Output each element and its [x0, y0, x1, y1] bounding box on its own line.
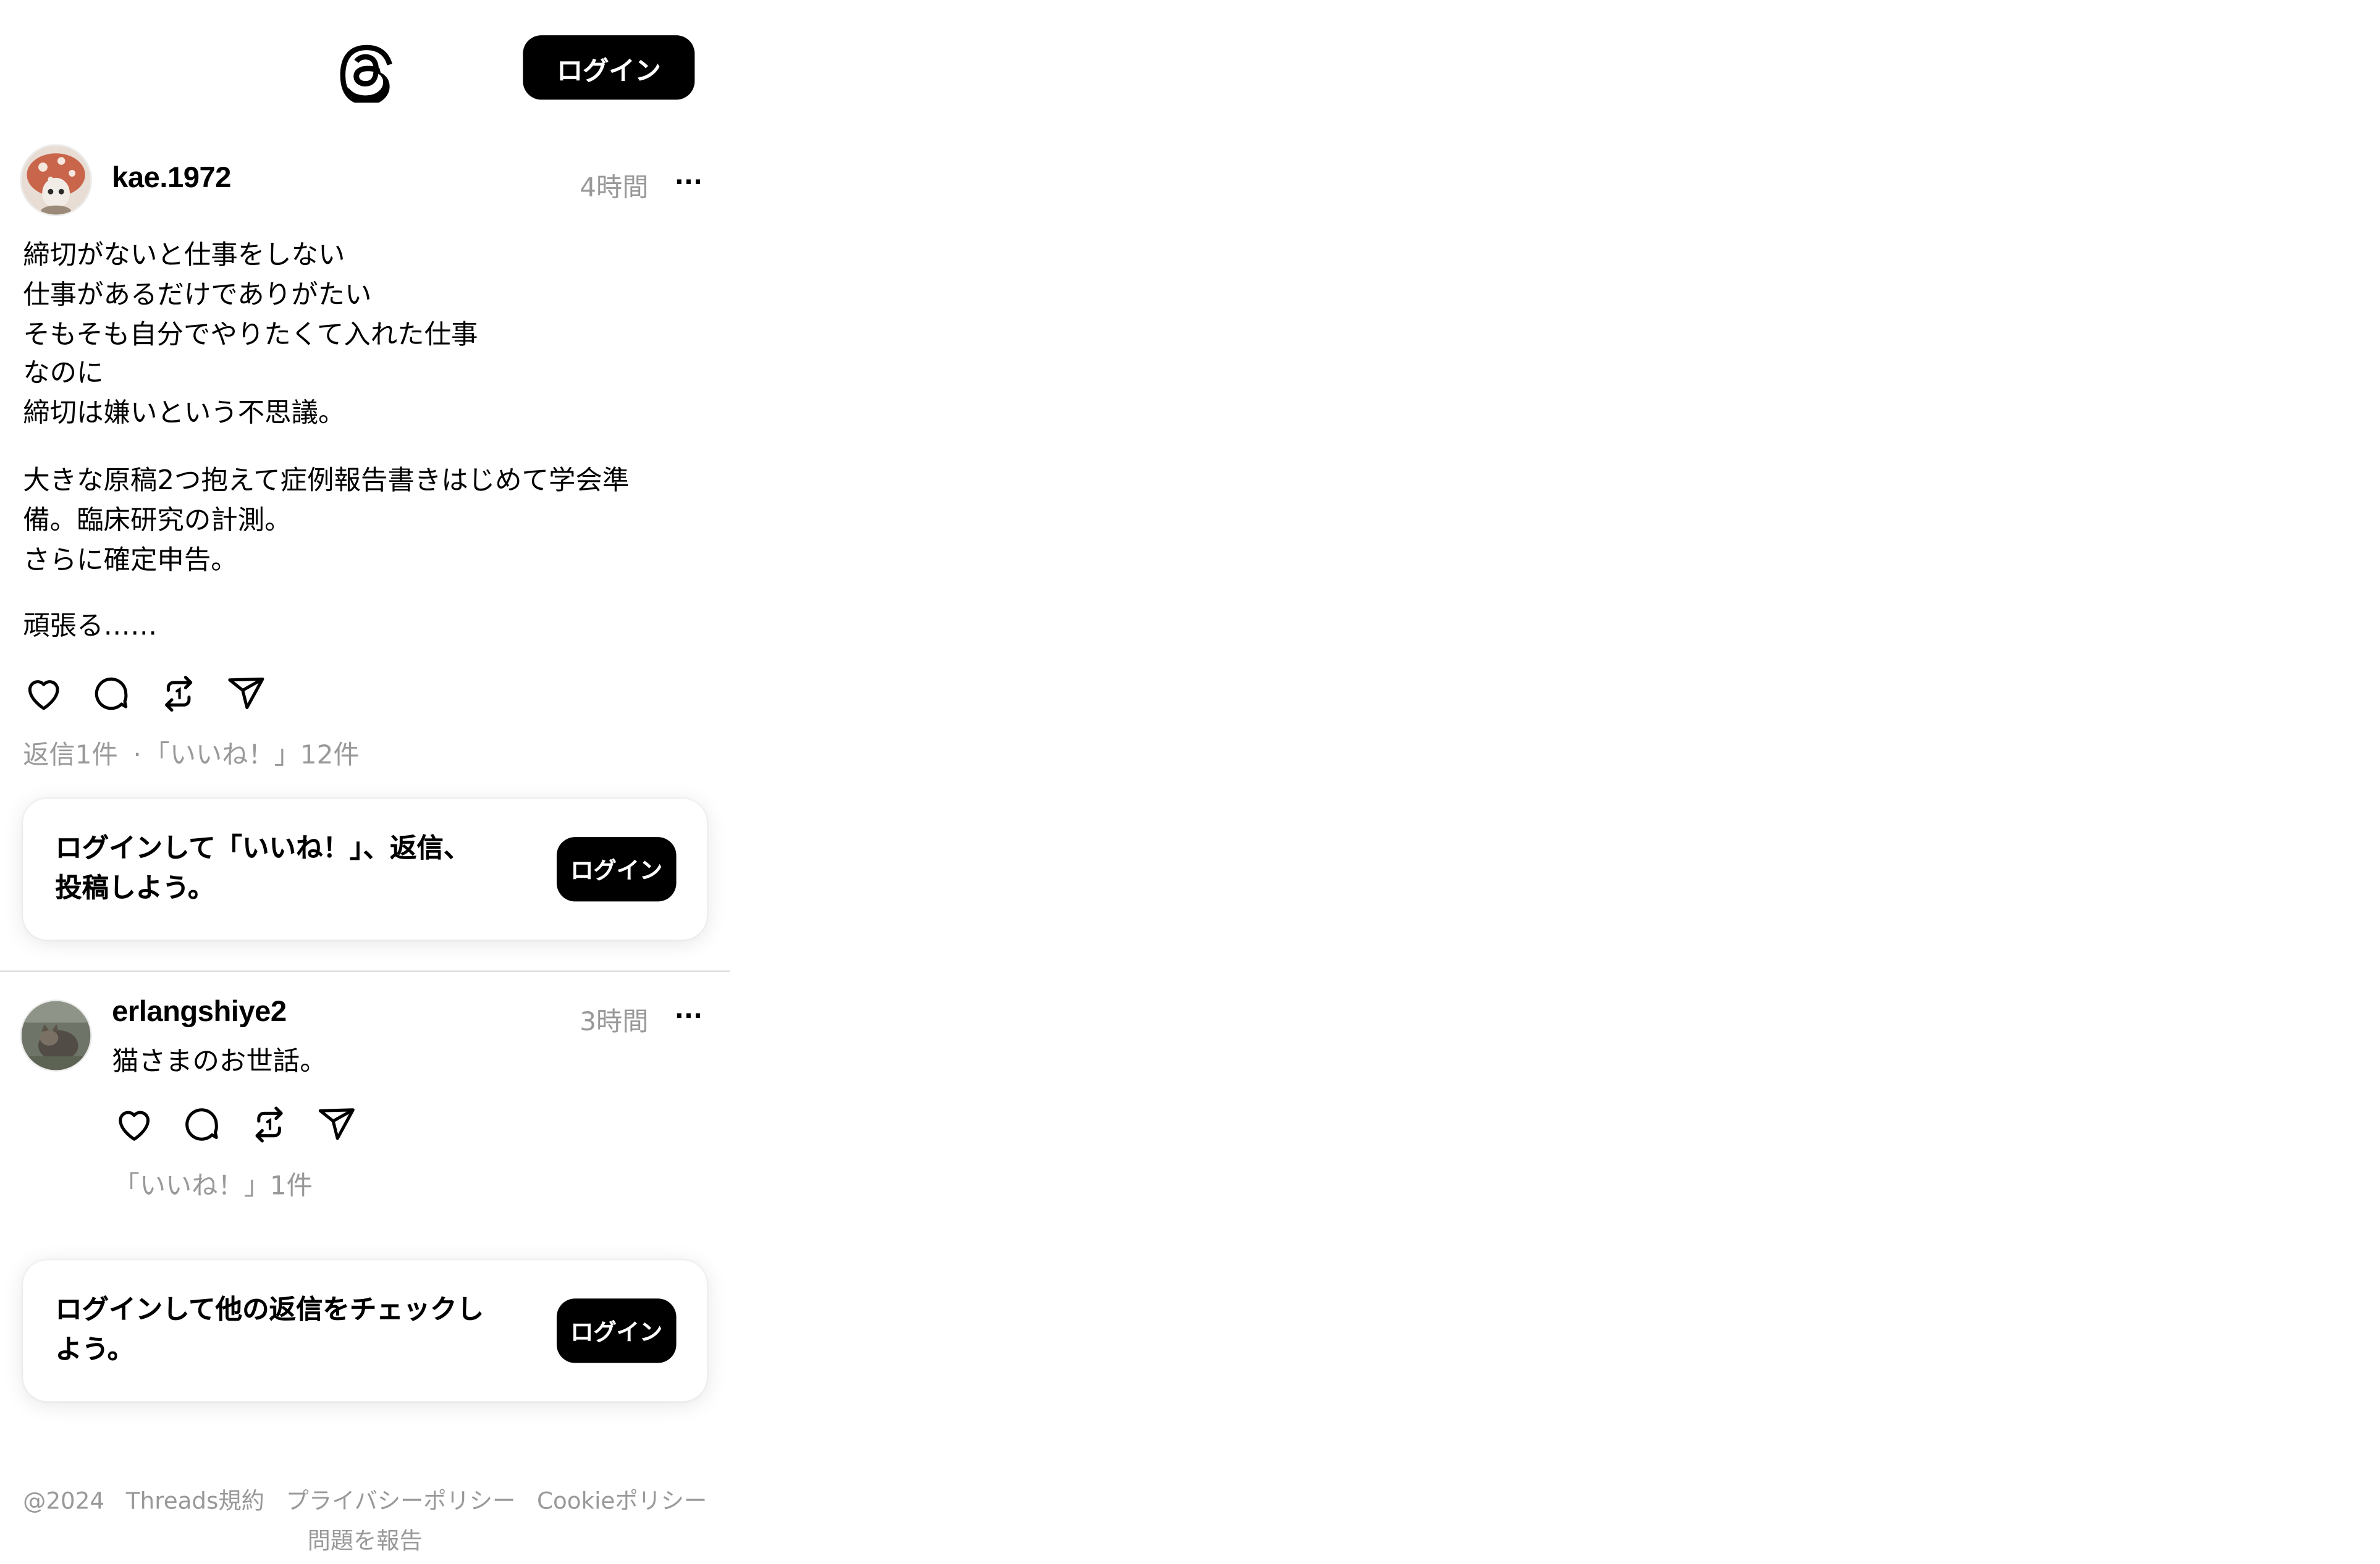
- post-line: そもそも自分でやりたくて入れた仕事: [23, 319, 478, 351]
- share-button[interactable]: [226, 668, 293, 717]
- header-login-button[interactable]: ログイン: [523, 35, 695, 100]
- post-paragraph: 大きな原稿2つ抱えて症例報告書きはじめて学会準 備。臨床研究の計測。 さらに確定…: [23, 463, 698, 582]
- share-icon: [318, 1108, 355, 1140]
- login-prompt-line: ログインして「いいね！」、返信、: [55, 834, 471, 865]
- login-prompt-line: よう。: [55, 1335, 135, 1366]
- post-stats: 返信1件 · 「いいね！」12件: [23, 733, 359, 771]
- footer-link-report[interactable]: 問題を報告: [308, 1527, 423, 1555]
- stats-separator: ·: [133, 740, 141, 771]
- likes-count[interactable]: 「いいね！」12件: [157, 741, 360, 771]
- avatar[interactable]: [21, 145, 91, 215]
- login-prompt-card: ログインして他の返信をチェックし よう。 ログイン: [23, 1260, 707, 1402]
- heart-icon: [28, 679, 59, 710]
- login-prompt-message: ログインして他の返信をチェックし よう。: [55, 1291, 515, 1371]
- reply-username[interactable]: erlangshiye2: [112, 996, 287, 1030]
- more-icon[interactable]: ···: [673, 999, 704, 1030]
- footer-link-terms[interactable]: Threads規約: [126, 1487, 264, 1515]
- post-line: 頑張る……: [23, 612, 158, 643]
- share-button[interactable]: [316, 1099, 383, 1148]
- thread-page: ログイン kae.1972 4時間 ··· 締切がないと仕事をしない 仕事がある…: [0, 0, 730, 1564]
- login-prompt-button[interactable]: ログイン: [556, 837, 677, 902]
- footer: @2024 Threads規約 プライバシーポリシー Cookieポリシー 問題を報告: [0, 1481, 730, 1561]
- footer-link-privacy[interactable]: プライバシーポリシー: [286, 1487, 516, 1515]
- footer-row: 問題を報告: [0, 1521, 730, 1561]
- post-paragraph: 頑張る……: [23, 609, 698, 649]
- login-prompt-message: ログインして「いいね！」、返信、 投稿しよう。: [55, 830, 515, 909]
- post-body: 締切がないと仕事をしない 仕事があるだけでありがたい そもそも自分でやりたくて入…: [23, 238, 698, 676]
- divider: [0, 970, 730, 972]
- reply-stats: 「いいね！」1件: [114, 1164, 313, 1202]
- comment-icon: [95, 676, 128, 710]
- login-prompt-button[interactable]: ログイン: [556, 1298, 677, 1363]
- post-username[interactable]: kae.1972: [112, 162, 231, 196]
- post-timestamp[interactable]: 4時間: [580, 166, 648, 204]
- header: ログイン: [0, 0, 730, 138]
- reply-text: 猫さまのお世話。: [112, 1047, 327, 1078]
- like-button[interactable]: [23, 668, 90, 717]
- repost-icon: [255, 1106, 283, 1142]
- comment-icon: [185, 1108, 218, 1140]
- footer-row: @2024 Threads規約 プライバシーポリシー Cookieポリシー: [0, 1481, 730, 1521]
- post-line: 締切は嫌いという不思議。: [23, 398, 345, 430]
- post-line: さらに確定申告。: [23, 545, 238, 576]
- more-icon[interactable]: ···: [673, 166, 704, 196]
- reply-actions: [114, 1099, 384, 1148]
- login-prompt-card: ログインして「いいね！」、返信、 投稿しよう。 ログイン: [23, 799, 707, 940]
- repost-icon: [165, 675, 193, 711]
- reply-likes-count[interactable]: 「いいね！」1件: [114, 1171, 313, 1202]
- share-icon: [228, 676, 264, 708]
- post-line: 仕事があるだけでありがたい: [23, 280, 372, 311]
- post-line: 備。臨床研究の計測。: [23, 505, 292, 537]
- login-prompt-line: ログインして他の返信をチェックし: [55, 1295, 484, 1326]
- post-paragraph: 締切がないと仕事をしない 仕事があるだけでありがたい そもそも自分でやりたくて入…: [23, 238, 698, 435]
- post-line: 大きな原稿2つ抱えて症例報告書きはじめて学会準: [23, 466, 630, 497]
- comment-button[interactable]: [90, 668, 158, 717]
- footer-link-cookie[interactable]: Cookieポリシー: [537, 1487, 707, 1515]
- threads-logo-icon[interactable]: [334, 38, 395, 106]
- reply-avatar[interactable]: [21, 1001, 91, 1070]
- repost-button[interactable]: [248, 1099, 316, 1148]
- replies-count[interactable]: 返信1件: [23, 741, 117, 771]
- post-actions: [23, 668, 293, 717]
- post-line: 締切がないと仕事をしない: [23, 240, 345, 272]
- footer-copyright: @2024: [23, 1487, 105, 1515]
- repost-button[interactable]: [158, 668, 226, 717]
- comment-button[interactable]: [181, 1099, 248, 1148]
- reply-timestamp[interactable]: 3時間: [580, 999, 648, 1038]
- heart-icon: [119, 1110, 150, 1140]
- login-prompt-line: 投稿しよう。: [55, 873, 215, 905]
- like-button[interactable]: [114, 1099, 181, 1148]
- post-line: なのに: [23, 359, 104, 390]
